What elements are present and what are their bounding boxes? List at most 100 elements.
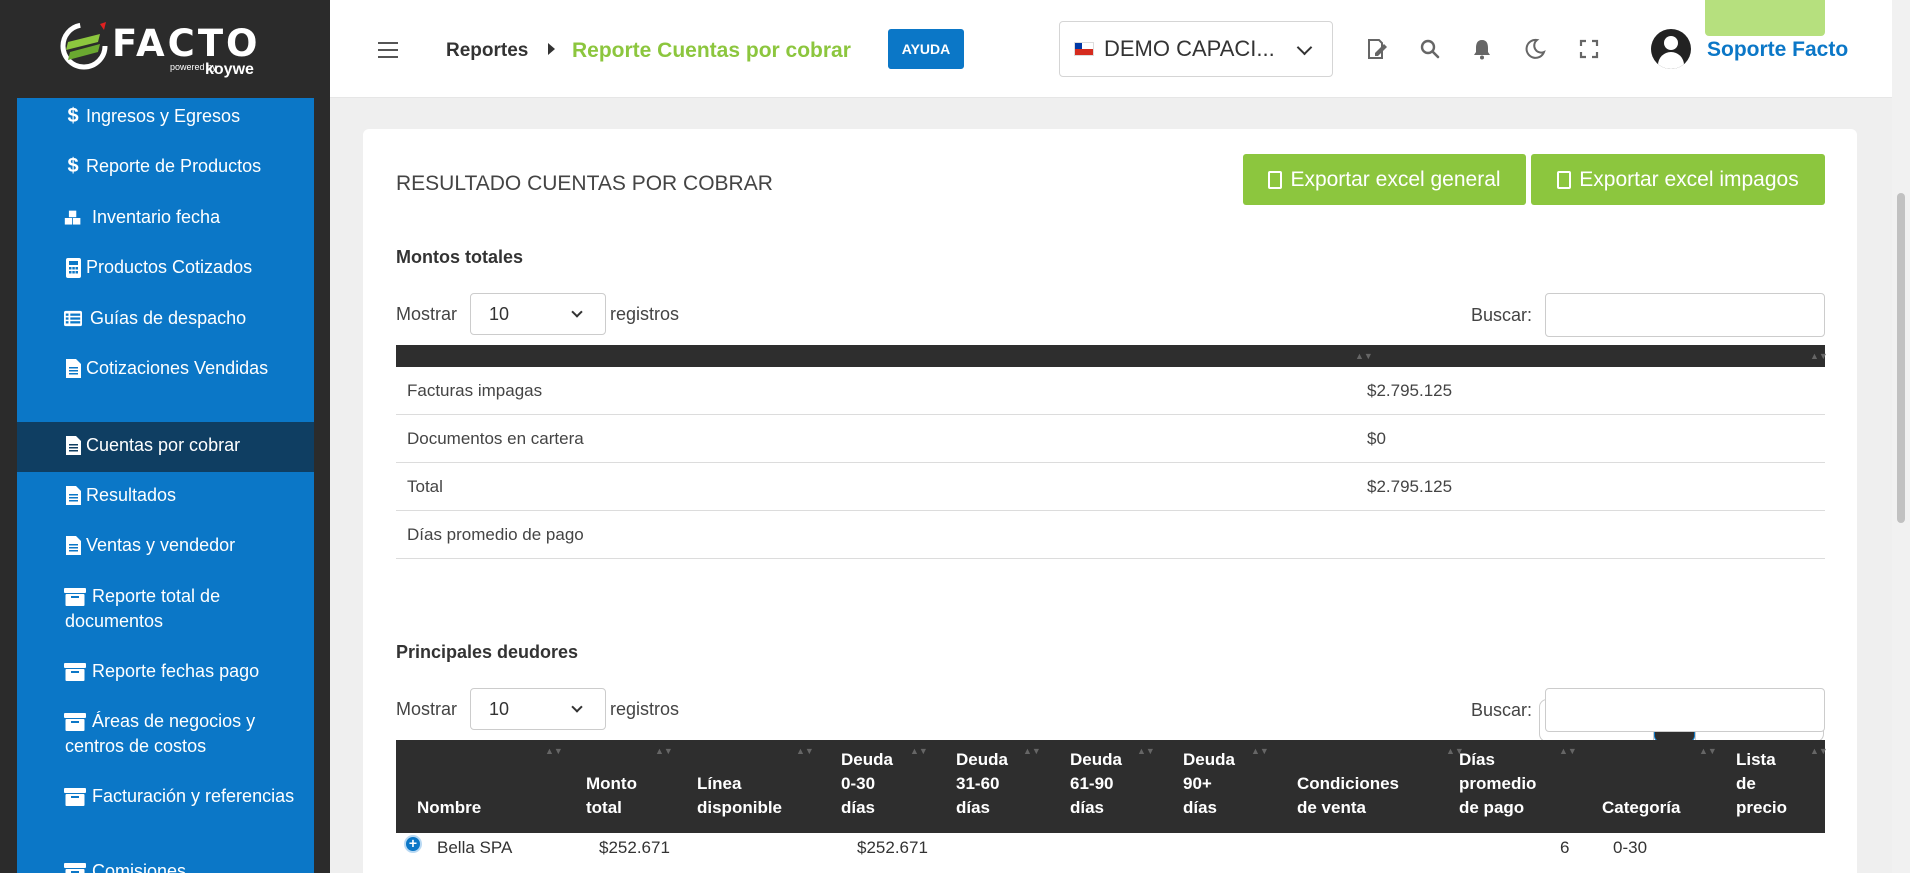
page-length-value: 10 bbox=[489, 698, 510, 719]
help-button[interactable]: AYUDA bbox=[888, 29, 964, 69]
archive-icon bbox=[64, 861, 86, 873]
facto-logo[interactable]: FACTO powered by koywe bbox=[0, 0, 330, 98]
table-header[interactable]: ▲▼ ▲▼ bbox=[396, 345, 1828, 367]
export-general-label: Exportar excel general bbox=[1290, 167, 1501, 191]
column-header-linea-disponible[interactable]: Línea disponible bbox=[697, 772, 797, 820]
sort-icon[interactable]: ▲▼ bbox=[1137, 746, 1155, 756]
sidebar-item-label: Áreas de negocios y centros de costos bbox=[65, 711, 256, 756]
sidebar-item-ingresos-egresos[interactable]: $ Ingresos y Egresos bbox=[17, 104, 314, 129]
breadcrumb-current: Reporte Cuentas por cobrar bbox=[572, 39, 851, 62]
sort-icon[interactable]: ▲▼ bbox=[910, 746, 928, 756]
section-title-debtors: Principales deudores bbox=[396, 642, 579, 662]
page-scrollbar[interactable] bbox=[1892, 0, 1910, 873]
sidebar-item-label: Ingresos y Egresos bbox=[86, 106, 241, 126]
table-row: Total $2.795.125 bbox=[396, 463, 1825, 511]
sort-icon[interactable]: ▲▼ bbox=[1810, 351, 1828, 361]
expand-row-icon[interactable]: + bbox=[404, 835, 422, 853]
sort-icon[interactable]: ▲▼ bbox=[1446, 746, 1464, 756]
sidebar-item-label: Reporte fechas pago bbox=[92, 661, 260, 681]
column-header-condiciones-venta[interactable]: Condiciones de venta bbox=[1297, 772, 1412, 820]
table-row[interactable]: + Bella SPA $252.671 $252.671 6 0-30 bbox=[396, 833, 1825, 873]
debtor-dias: 6 bbox=[1560, 838, 1570, 857]
sidebar-item-cotizaciones-vendidas[interactable]: Cotizaciones Vendidas bbox=[17, 356, 314, 381]
column-header-categoria[interactable]: Categoría bbox=[1602, 796, 1702, 820]
sort-icon[interactable]: ▲▼ bbox=[796, 746, 814, 756]
sidebar-item-resultados[interactable]: Resultados bbox=[17, 483, 314, 508]
sort-icon[interactable]: ▲▼ bbox=[1251, 746, 1269, 756]
bell-icon[interactable] bbox=[1471, 38, 1493, 60]
sidebar-item-label: Ventas y vendedor bbox=[86, 535, 236, 555]
search-label: Buscar: bbox=[1471, 700, 1533, 720]
sort-icon[interactable]: ▲▼ bbox=[1699, 746, 1717, 756]
column-header-monto-total[interactable]: Monto total bbox=[586, 772, 656, 820]
sort-icon[interactable]: ▲▼ bbox=[1810, 746, 1828, 756]
hamburger-menu-icon[interactable] bbox=[378, 42, 398, 58]
sidebar-item-ventas-vendedor[interactable]: Ventas y vendedor bbox=[17, 533, 314, 558]
column-header-nombre[interactable]: Nombre bbox=[417, 796, 537, 820]
user-name[interactable]: Soporte Facto bbox=[1707, 38, 1848, 62]
sort-icon[interactable]: ▲▼ bbox=[545, 746, 563, 756]
table-row: Días promedio de pago bbox=[396, 511, 1825, 559]
sidebar-item-label: Facturación y referencias bbox=[92, 786, 295, 806]
row-label: Días promedio de pago bbox=[407, 525, 584, 544]
search-label: Buscar: bbox=[1471, 305, 1533, 325]
fullscreen-icon[interactable] bbox=[1578, 38, 1600, 60]
row-label: Facturas impagas bbox=[407, 381, 543, 400]
column-header-deuda-0-30[interactable]: Deuda 0-30 días bbox=[841, 748, 903, 820]
search-input[interactable] bbox=[1545, 688, 1825, 732]
company-select[interactable]: DEMO CAPACI... bbox=[1059, 21, 1333, 77]
sidebar-item-reporte-total-documentos[interactable]: Reporte total de documentos bbox=[17, 584, 314, 634]
table-row: Documentos en cartera $0 bbox=[396, 415, 1825, 463]
column-header-deuda-31-60[interactable]: Deuda 31-60 días bbox=[956, 748, 1018, 820]
row-label: Total bbox=[407, 477, 443, 496]
chevron-down-icon bbox=[1296, 39, 1313, 56]
row-value: $2.795.125 bbox=[1367, 477, 1453, 496]
debtor-name: Bella SPA bbox=[437, 838, 513, 857]
chevron-down-icon bbox=[571, 701, 583, 713]
row-value: $2.795.125 bbox=[1367, 381, 1453, 400]
file-icon bbox=[64, 485, 82, 506]
excel-file-icon bbox=[1268, 170, 1283, 189]
dollar-icon: $ bbox=[67, 105, 79, 127]
top-header: Reportes Reporte Cuentas por cobrar AYUD… bbox=[330, 0, 1910, 98]
dark-mode-moon-icon[interactable] bbox=[1524, 38, 1546, 60]
archive-icon bbox=[64, 711, 86, 732]
sidebar-item-comisiones[interactable]: Comisiones bbox=[17, 859, 314, 873]
search-icon[interactable] bbox=[1419, 38, 1441, 60]
archive-icon bbox=[64, 661, 86, 682]
page-length-select[interactable]: 10 bbox=[470, 293, 606, 335]
section-title-totals: Montos totales bbox=[396, 247, 524, 267]
sidebar-item-label: Guías de despacho bbox=[90, 308, 247, 328]
row-value: $0 bbox=[1367, 429, 1386, 448]
sidebar-item-productos-cotizados[interactable]: Productos Cotizados bbox=[17, 255, 314, 280]
list-icon bbox=[64, 308, 82, 329]
page-length-select[interactable]: 10 bbox=[470, 688, 606, 730]
sidebar-item-facturacion-referencias[interactable]: Facturación y referencias bbox=[17, 784, 314, 809]
sidebar-item-cuentas-por-cobrar[interactable]: Cuentas por cobrar bbox=[17, 422, 314, 472]
sidebar-item-reporte-fechas-pago[interactable]: Reporte fechas pago bbox=[17, 659, 314, 684]
column-header-dias-promedio[interactable]: Días promedio de pago bbox=[1459, 748, 1554, 820]
excel-file-icon bbox=[1557, 170, 1572, 189]
user-avatar[interactable] bbox=[1651, 29, 1691, 69]
sort-icon[interactable]: ▲▼ bbox=[1023, 746, 1041, 756]
column-header-deuda-61-90[interactable]: Deuda 61-90 días bbox=[1070, 748, 1132, 820]
sort-icon[interactable]: ▲▼ bbox=[1559, 746, 1577, 756]
sort-icon[interactable]: ▲▼ bbox=[655, 746, 673, 756]
show-label: Mostrar bbox=[396, 699, 458, 719]
sidebar-item-guias-despacho[interactable]: Guías de despacho bbox=[17, 306, 314, 331]
scrollbar-thumb[interactable] bbox=[1897, 193, 1905, 523]
sidebar-item-inventario-fecha[interactable]: Inventario fecha bbox=[17, 205, 314, 230]
header-green-button[interactable] bbox=[1705, 0, 1825, 36]
sidebar-item-areas-negocios[interactable]: Áreas de negocios y centros de costos bbox=[17, 709, 314, 759]
calculator-icon bbox=[64, 257, 82, 278]
sidebar-item-reporte-productos[interactable]: $ Reporte de Productos bbox=[17, 154, 314, 179]
breadcrumb-parent[interactable]: Reportes bbox=[446, 40, 528, 62]
chile-flag-icon bbox=[1074, 42, 1094, 56]
sort-icon[interactable]: ▲▼ bbox=[1355, 351, 1373, 361]
export-excel-general-button[interactable]: Exportar excel general bbox=[1243, 154, 1526, 205]
search-input[interactable] bbox=[1545, 293, 1825, 337]
column-header-lista-precio[interactable]: Lista de precio bbox=[1736, 748, 1794, 820]
edit-document-icon[interactable] bbox=[1366, 38, 1388, 60]
export-excel-unpaid-button[interactable]: Exportar excel impagos bbox=[1531, 154, 1825, 205]
column-header-deuda-90[interactable]: Deuda 90+ días bbox=[1183, 748, 1245, 820]
